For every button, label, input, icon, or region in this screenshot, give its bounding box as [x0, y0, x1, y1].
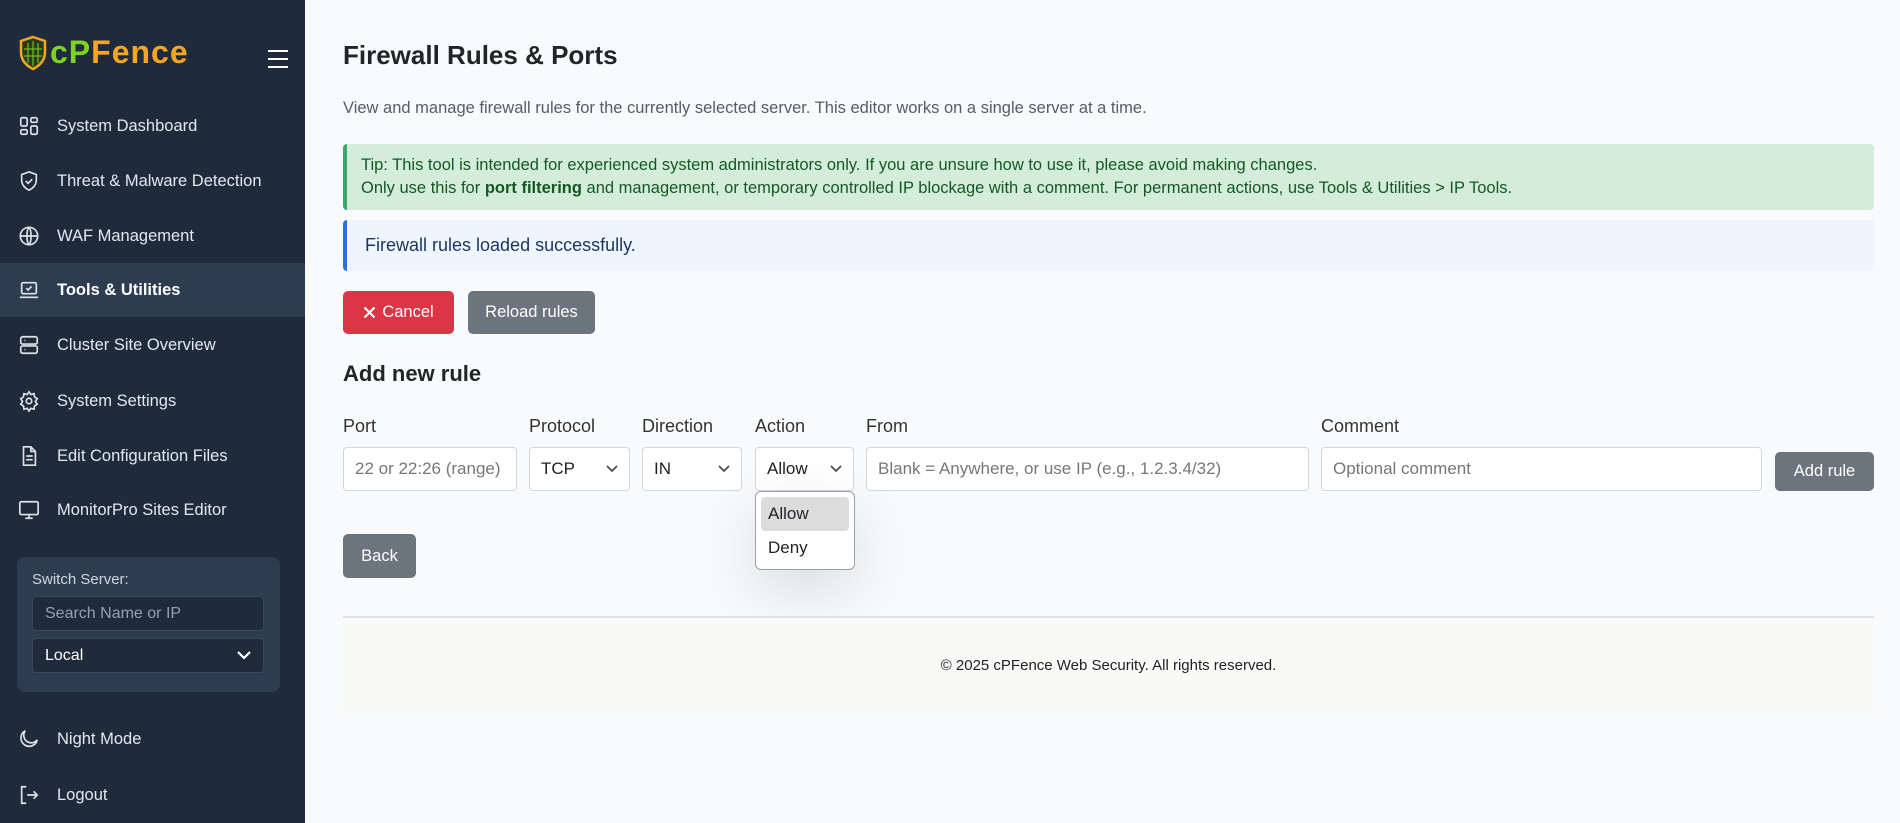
sidebar: cPFence System Dashboard Threat & Malwar…	[0, 0, 305, 823]
logout-label: Logout	[57, 785, 108, 804]
sidebar-item-label: Cluster Site Overview	[57, 335, 216, 354]
footer: © 2025 cPFence Web Security. All rights …	[343, 616, 1874, 712]
sidebar-item-tools-utilities[interactable]: Tools & Utilities	[0, 263, 305, 317]
laptop-check-icon	[19, 281, 39, 299]
cancel-label: Cancel	[382, 303, 434, 321]
page-title: Firewall Rules & Ports	[343, 40, 618, 70]
menu-toggle-icon[interactable]	[268, 50, 288, 68]
from-input[interactable]: Blank = Anywhere, or use IP (e.g., 1.2.3…	[866, 447, 1309, 491]
logo[interactable]: cPFence	[18, 34, 189, 71]
status-alert: Firewall rules loaded successfully.	[343, 220, 1874, 271]
comment-placeholder: Optional comment	[1333, 459, 1471, 478]
action-value: Allow	[767, 459, 808, 478]
server-icon	[19, 335, 39, 355]
add-rule-button[interactable]: Add rule	[1775, 452, 1874, 491]
globe-icon	[19, 226, 39, 246]
sidebar-item-monitorpro-sites-editor[interactable]: MonitorPro Sites Editor	[0, 483, 305, 537]
switch-server-label: Switch Server:	[32, 571, 129, 588]
sidebar-item-threat-malware[interactable]: Threat & Malware Detection	[0, 154, 305, 208]
logout-icon	[20, 785, 39, 805]
back-button[interactable]: Back	[343, 534, 416, 578]
from-label: From	[866, 416, 908, 436]
switch-server-panel: Switch Server: Search Name or IP Local	[17, 557, 280, 692]
comment-label: Comment	[1321, 416, 1400, 436]
server-select[interactable]: Local	[32, 638, 264, 673]
protocol-value: TCP	[541, 459, 575, 478]
night-mode-toggle[interactable]: Night Mode	[0, 712, 305, 766]
sidebar-item-edit-configuration-files[interactable]: Edit Configuration Files	[0, 429, 305, 483]
shield-check-icon	[20, 170, 38, 192]
tip-text: Only use this for	[361, 179, 485, 197]
sidebar-item-label: WAF Management	[57, 226, 194, 245]
sidebar-item-label: System Settings	[57, 391, 177, 410]
chevron-down-icon	[237, 651, 251, 660]
port-input[interactable]: 22 or 22:26 (range)	[343, 447, 517, 491]
monitor-icon	[19, 500, 39, 520]
night-mode-label: Night Mode	[57, 729, 142, 748]
action-label: Action	[755, 416, 806, 436]
sidebar-item-label: Tools & Utilities	[57, 280, 181, 299]
sidebar-item-label: System Dashboard	[57, 116, 198, 135]
chevron-down-icon	[606, 465, 618, 473]
sidebar-item-cluster-site-overview[interactable]: Cluster Site Overview	[0, 318, 305, 372]
action-select[interactable]: Allow	[755, 447, 854, 491]
gear-icon	[19, 390, 39, 412]
protocol-label: Protocol	[529, 416, 596, 436]
add-rule-heading: Add new rule	[343, 361, 482, 386]
from-placeholder: Blank = Anywhere, or use IP (e.g., 1.2.3…	[878, 459, 1222, 478]
dashboard-icon	[19, 116, 39, 136]
sidebar-item-waf-management[interactable]: WAF Management	[0, 209, 305, 263]
cancel-button[interactable]: Cancel	[343, 291, 454, 334]
shield-logo-icon	[19, 35, 47, 70]
sidebar-item-label: Edit Configuration Files	[57, 446, 228, 465]
tip-line-2: Only use this for port filtering and man…	[361, 177, 1860, 200]
server-search-input[interactable]: Search Name or IP	[32, 596, 264, 631]
sidebar-item-system-settings[interactable]: System Settings	[0, 374, 305, 428]
port-placeholder: 22 or 22:26 (range)	[355, 459, 501, 478]
action-dropdown-menu: Allow Deny	[755, 491, 855, 570]
port-label: Port	[343, 416, 377, 436]
logout-link[interactable]: Logout	[0, 768, 305, 822]
direction-label: Direction	[642, 416, 714, 436]
tip-alert: Tip: This tool is intended for experienc…	[343, 144, 1874, 210]
moon-icon	[20, 730, 39, 748]
tip-line-1: Tip: This tool is intended for experienc…	[361, 156, 1318, 174]
action-option-allow[interactable]: Allow	[761, 497, 849, 531]
action-option-deny[interactable]: Deny	[761, 531, 849, 565]
page-description: View and manage firewall rules for the c…	[343, 99, 1147, 117]
direction-select[interactable]: IN	[642, 447, 742, 491]
protocol-select[interactable]: TCP	[529, 447, 630, 491]
comment-input[interactable]: Optional comment	[1321, 447, 1762, 491]
file-icon	[22, 446, 37, 466]
server-select-value: Local	[45, 646, 84, 664]
direction-value: IN	[654, 459, 671, 478]
close-icon	[364, 306, 376, 319]
sidebar-item-system-dashboard[interactable]: System Dashboard	[0, 99, 305, 153]
reload-rules-button[interactable]: Reload rules	[468, 291, 595, 334]
tip-text: and management, or temporary controlled …	[581, 179, 1513, 197]
chevron-down-icon	[718, 465, 730, 473]
sidebar-item-label: Threat & Malware Detection	[57, 171, 262, 190]
logo-text: cPFence	[50, 34, 189, 70]
sidebar-item-label: MonitorPro Sites Editor	[57, 500, 227, 519]
tip-bold: port filtering	[484, 179, 582, 197]
chevron-down-icon	[830, 465, 842, 473]
